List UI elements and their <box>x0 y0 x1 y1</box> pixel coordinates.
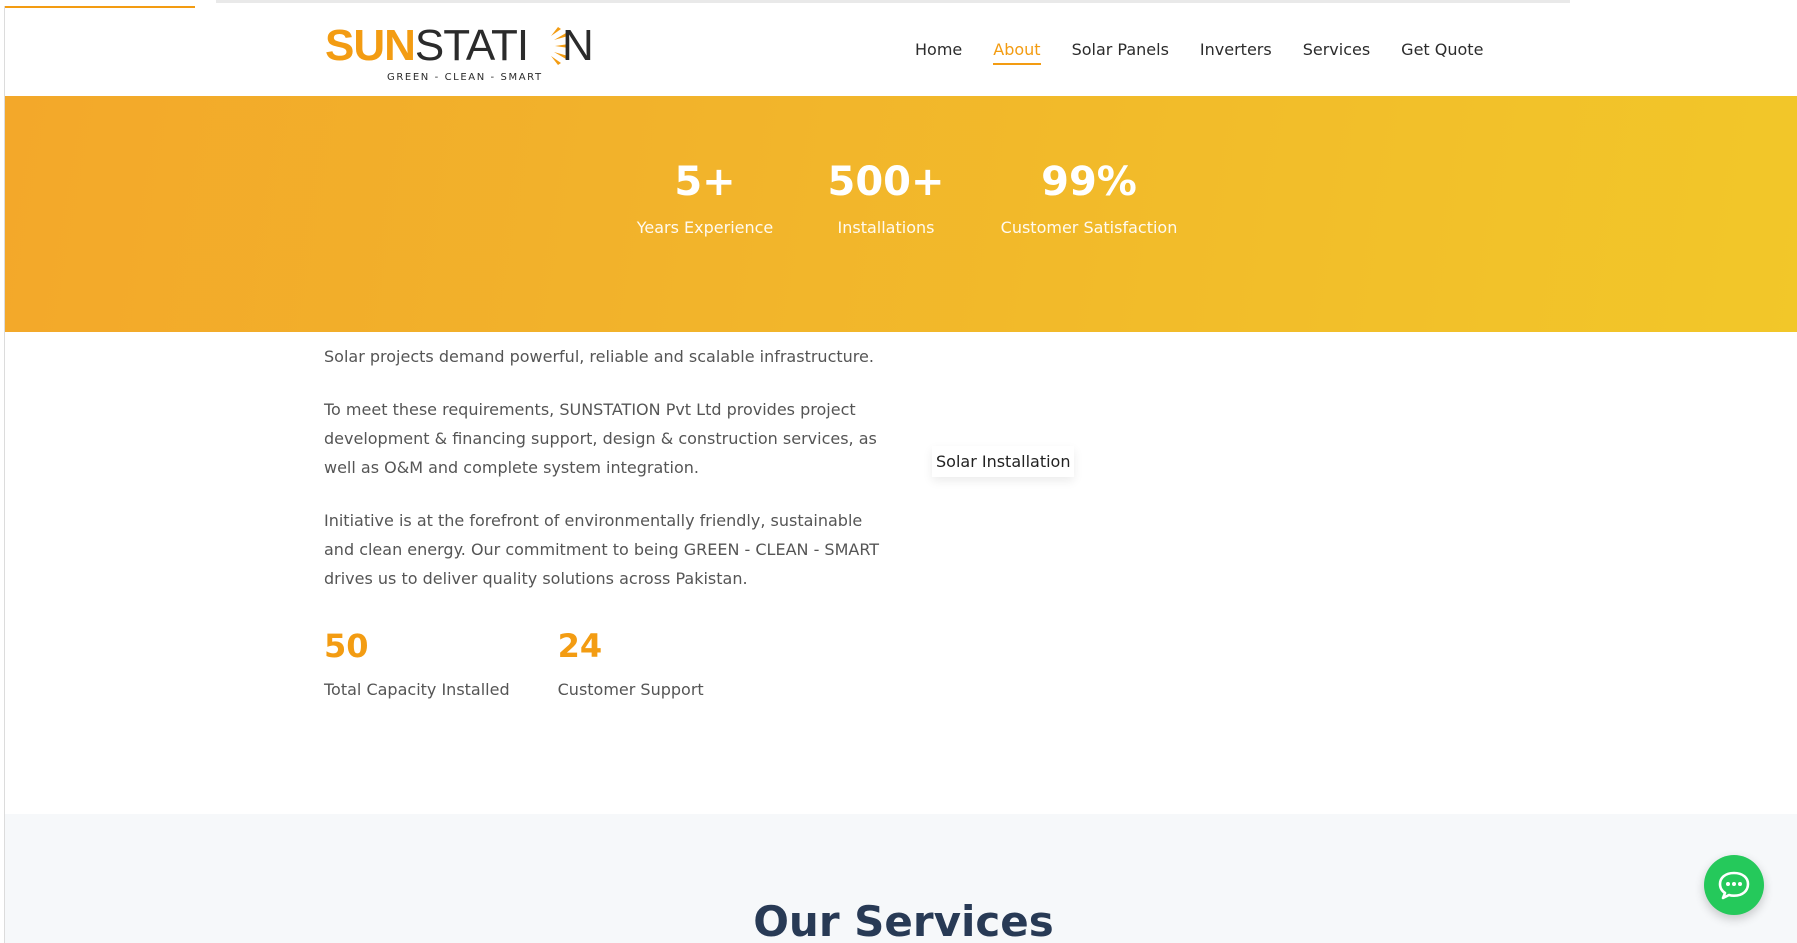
stat-label: Years Experience <box>636 218 774 237</box>
metric-value: 24 <box>557 627 603 665</box>
nav-item-about[interactable]: About <box>993 40 1041 65</box>
nav-item-get-quote[interactable]: Get Quote <box>1401 40 1483 65</box>
metric-capacity: 50 Total Capacity Installed <box>324 626 510 699</box>
logo-sun-text: SUN <box>325 21 416 70</box>
chat-button[interactable] <box>1704 855 1764 915</box>
logo-wordmark: SUNSTATI <box>325 21 529 70</box>
stats-banner: 5+ Years Experience 500+ Installations 9… <box>5 96 1797 332</box>
chat-bubble-icon <box>1718 871 1750 900</box>
about-paragraph-2: To meet these requirements, SUNSTATION P… <box>324 400 877 477</box>
services-title: Our Services <box>753 897 1054 943</box>
top-scroll-track <box>216 0 1570 3</box>
logo-station-text: STATI <box>414 21 529 70</box>
about-metrics: 50 Total Capacity Installed 24 Customer … <box>324 626 752 699</box>
nav-item-home[interactable]: Home <box>915 40 962 65</box>
metric-support: 24 Customer Support <box>558 626 704 699</box>
about-paragraph-1: Solar projects demand powerful, reliable… <box>324 347 874 366</box>
stat-label: Installations <box>837 218 935 237</box>
page: SUNSTATI N GREEN - CLEAN - SMART Home Ab… <box>0 0 1797 943</box>
metric-label: Customer Support <box>557 680 704 699</box>
image-caption: Solar Installation <box>932 446 1075 477</box>
stat-years: 5+ Years Experience <box>625 160 785 237</box>
stat-value: 5+ <box>674 159 736 205</box>
nav-item-solar-panels[interactable]: Solar Panels <box>1072 40 1169 65</box>
main-nav: Home About Solar Panels Inverters Servic… <box>915 40 1514 65</box>
stats-row: 5+ Years Experience 500+ Installations 9… <box>625 160 1189 237</box>
top-strip <box>0 0 1797 9</box>
site-logo[interactable]: SUNSTATI N GREEN - CLEAN - SMART <box>325 22 595 84</box>
nav-item-services[interactable]: Services <box>1303 40 1370 65</box>
about-content: Solar projects demand powerful, reliable… <box>324 310 884 617</box>
stat-satisfaction: 99% Customer Satisfaction <box>989 160 1189 237</box>
site-header: SUNSTATI N GREEN - CLEAN - SMART Home Ab… <box>5 8 1797 96</box>
logo-tagline: GREEN - CLEAN - SMART <box>387 72 543 83</box>
stat-value: 500+ <box>827 159 945 205</box>
nav-item-inverters[interactable]: Inverters <box>1200 40 1272 65</box>
metric-value: 50 <box>324 627 369 665</box>
logo-n-text: N <box>562 21 594 70</box>
stat-value: 99% <box>1041 159 1137 205</box>
stat-label: Customer Satisfaction <box>1000 218 1178 237</box>
metric-label: Total Capacity Installed <box>324 680 510 699</box>
stat-installations: 500+ Installations <box>783 160 989 237</box>
about-paragraph-3: Initiative is at the forefront of enviro… <box>324 511 880 588</box>
